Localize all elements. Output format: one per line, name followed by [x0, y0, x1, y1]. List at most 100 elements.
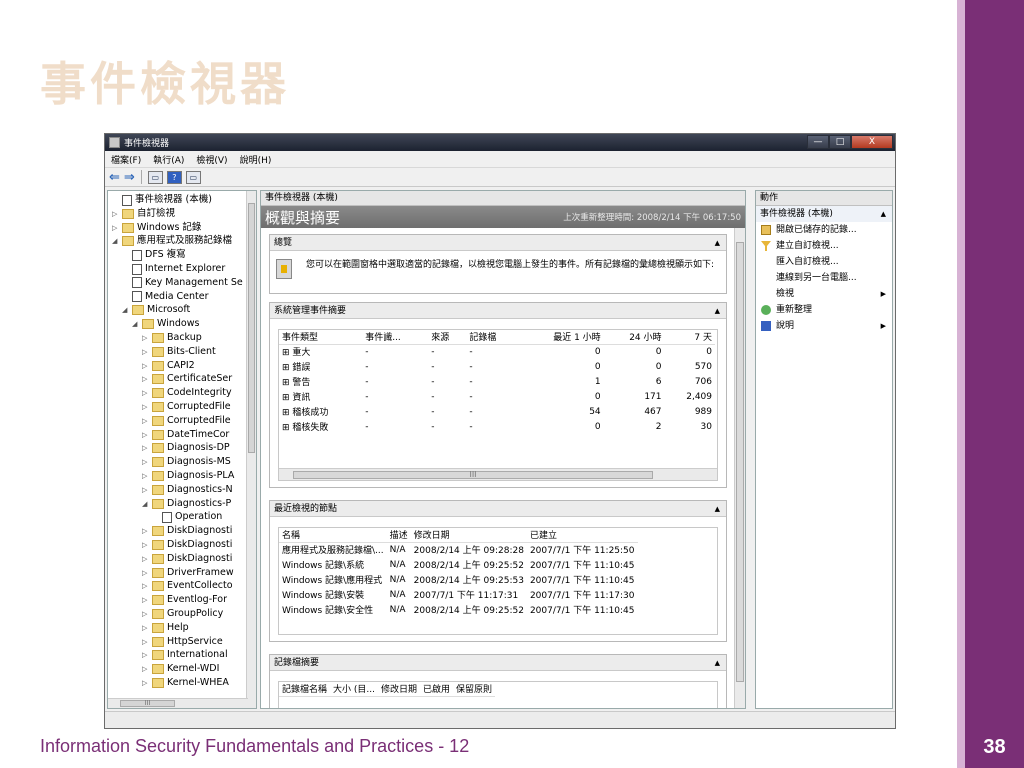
tree-item[interactable]: ◢ 應用程式及服務記錄檔 [112, 234, 232, 248]
tree-item[interactable]: ▷ Diagnosis-DP [142, 441, 230, 455]
column-header[interactable]: 最近 1 小時 [518, 330, 604, 345]
expand-arrow-icon[interactable]: ▷ [142, 593, 150, 607]
table-row[interactable]: Windows 記錄\安全性 N/A 2008/2/14 上午 09:25:52 20… [279, 602, 638, 617]
table-row[interactable]: ⊞ 資訊 - - - 0 171 2,409 [279, 389, 715, 404]
collapse-arrow-icon[interactable]: ◢ [142, 497, 150, 511]
expand-arrow-icon[interactable]: ▷ [142, 676, 150, 690]
table-row[interactable]: ⊞ 重大 - - - 0 0 0 [279, 344, 715, 359]
show-hide-console-tree-icon[interactable]: ▭ [147, 170, 163, 184]
tree-item[interactable]: ▷ Windows 記錄 [112, 221, 201, 235]
menu-help[interactable]: 說明(H) [240, 153, 272, 166]
tree-hscroll[interactable]: III [108, 698, 248, 708]
column-header[interactable]: 事件類型 [279, 330, 363, 345]
tree-item[interactable]: ▷ CertificateSer [142, 372, 232, 386]
tree-item[interactable]: ▷ Kernel-WDI [142, 662, 219, 676]
column-header[interactable]: 修改日期 [410, 528, 527, 543]
collapse-caret-icon[interactable]: ▲ [715, 303, 720, 319]
summary-hscroll-thumb[interactable]: III [293, 471, 653, 479]
expand-arrow-icon[interactable]: ▷ [142, 483, 150, 497]
collapse-arrow-icon[interactable]: ◢ [122, 303, 130, 317]
expand-arrow-icon[interactable]: ▷ [142, 566, 150, 580]
forward-arrow-icon[interactable]: ⇒ [124, 171, 135, 184]
action-item[interactable]: 說明 ▶ [756, 318, 892, 334]
column-header[interactable]: 7 天 [664, 330, 715, 345]
show-hide-action-pane-icon[interactable]: ▭ [185, 170, 201, 184]
table-row[interactable]: Windows 記錄\應用程式 N/A 2008/2/14 上午 09:25:53 2… [279, 572, 638, 587]
actions-group-local[interactable]: 事件檢視器 (本機) ▲ [756, 206, 892, 222]
column-header[interactable]: 名稱 [279, 528, 387, 543]
collapse-caret-icon[interactable]: ▲ [881, 206, 886, 222]
expand-arrow-icon[interactable]: ▷ [142, 345, 150, 359]
collapse-caret-icon[interactable]: ▲ [715, 235, 720, 251]
summary-hscroll[interactable]: III [279, 468, 717, 480]
tree-item[interactable]: ▷ DateTimeCor [142, 428, 229, 442]
tree-item[interactable]: ▷ DiskDiagnosti [142, 552, 232, 566]
back-arrow-icon[interactable]: ⇐ [109, 171, 120, 184]
recent-section-header[interactable]: 最近檢視的節點 ▲ [270, 501, 726, 517]
tree-item[interactable]: Key Management Se [122, 276, 243, 290]
column-header[interactable]: 大小 (目... [330, 682, 378, 697]
column-header[interactable]: 描述 [386, 528, 411, 543]
tree-item[interactable]: ▷ GroupPolicy [142, 607, 223, 621]
expand-arrow-icon[interactable]: ▷ [112, 221, 120, 235]
expand-arrow-icon[interactable]: ▷ [142, 607, 150, 621]
tree-item[interactable]: ▷ DriverFramew [142, 566, 234, 580]
expand-arrow-icon[interactable]: ▷ [142, 428, 150, 442]
minimize-button[interactable]: — [807, 135, 829, 149]
close-button[interactable]: X [851, 135, 893, 149]
tree-item[interactable]: ▷ Kernel-WHEA [142, 676, 229, 690]
collapse-arrow-icon[interactable]: ◢ [132, 317, 140, 331]
center-vscroll[interactable] [734, 228, 745, 708]
tree-item[interactable]: ▷ CodeIntegrity [142, 386, 232, 400]
tree-item[interactable]: ▷ HttpService [142, 635, 223, 649]
table-row[interactable]: 應用程式及服務記錄檔\... N/A 2008/2/14 上午 09:28:28 20… [279, 542, 638, 557]
expand-arrow-icon[interactable]: ▷ [142, 469, 150, 483]
expand-arrow-icon[interactable]: ▷ [142, 524, 150, 538]
expand-arrow-icon[interactable]: ▷ [142, 455, 150, 469]
table-row[interactable]: ⊞ 稽核成功 - - - 54 467 989 [279, 404, 715, 419]
expand-arrow-icon[interactable]: ▷ [142, 331, 150, 345]
tree-item[interactable]: ▷ Bits-Client [142, 345, 216, 359]
table-row[interactable]: ⊞ 警告 - - - 1 6 706 [279, 374, 715, 389]
tree-item[interactable]: ▷ Backup [142, 331, 202, 345]
expand-arrow-icon[interactable]: ▷ [142, 538, 150, 552]
column-header[interactable]: 已建立 [526, 528, 638, 543]
column-header[interactable]: 修改日期 [377, 682, 420, 697]
tree-item[interactable]: ◢ Diagnostics-P [142, 497, 231, 511]
tree-vscroll[interactable] [246, 191, 256, 708]
expand-arrow-icon[interactable]: ▷ [142, 635, 150, 649]
menu-file[interactable]: 檔案(F) [111, 153, 141, 166]
expand-arrow-icon[interactable]: ▷ [142, 414, 150, 428]
tree-item[interactable]: ▷ Diagnosis-PLA [142, 469, 234, 483]
table-row[interactable]: Windows 記錄\安裝 N/A 2007/7/1 下午 11:17:31 2007… [279, 587, 638, 602]
tree-item[interactable]: ▷ International [142, 648, 228, 662]
column-header[interactable]: 保留原則 [453, 682, 496, 697]
tree-item[interactable]: ◢ Windows [132, 317, 199, 331]
table-row[interactable]: ⊞ 錯誤 - - - 0 0 570 [279, 359, 715, 374]
expand-arrow-icon[interactable]: ▷ [142, 386, 150, 400]
column-header[interactable]: 已啟用 [420, 682, 454, 697]
action-item[interactable]: 建立自訂檢視... [756, 238, 892, 254]
column-header[interactable]: 記錄檔 [466, 330, 519, 345]
collapse-arrow-icon[interactable]: ◢ [112, 234, 120, 248]
expand-arrow-icon[interactable]: ▷ [142, 441, 150, 455]
tree-item[interactable]: ▷ DiskDiagnosti [142, 538, 232, 552]
table-row[interactable]: Windows 記錄\系統 N/A 2008/2/14 上午 09:25:52 200… [279, 557, 638, 572]
expand-arrow-icon[interactable]: ▷ [142, 579, 150, 593]
action-item[interactable]: 重新整理 [756, 302, 892, 318]
column-header[interactable]: 來源 [428, 330, 467, 345]
tree-item[interactable]: Media Center [122, 290, 209, 304]
tree-item[interactable]: Internet Explorer [122, 262, 225, 276]
column-header[interactable]: 記錄檔名稱 [279, 682, 331, 697]
tree-hscroll-thumb[interactable]: III [120, 700, 175, 707]
tree-item[interactable]: 事件檢視器 (本機) [112, 193, 212, 207]
expand-arrow-icon[interactable]: ▷ [142, 662, 150, 676]
maximize-button[interactable]: □ [829, 135, 851, 149]
tree-vscroll-thumb[interactable] [248, 203, 255, 453]
column-header[interactable]: 24 小時 [603, 330, 665, 345]
tree-item[interactable]: ▷ 自訂檢視 [112, 207, 175, 221]
expand-arrow-icon[interactable]: ▷ [142, 372, 150, 386]
collapse-caret-icon[interactable]: ▲ [715, 655, 720, 671]
help-icon[interactable]: ? [166, 170, 182, 184]
expand-arrow-icon[interactable]: ▷ [142, 400, 150, 414]
